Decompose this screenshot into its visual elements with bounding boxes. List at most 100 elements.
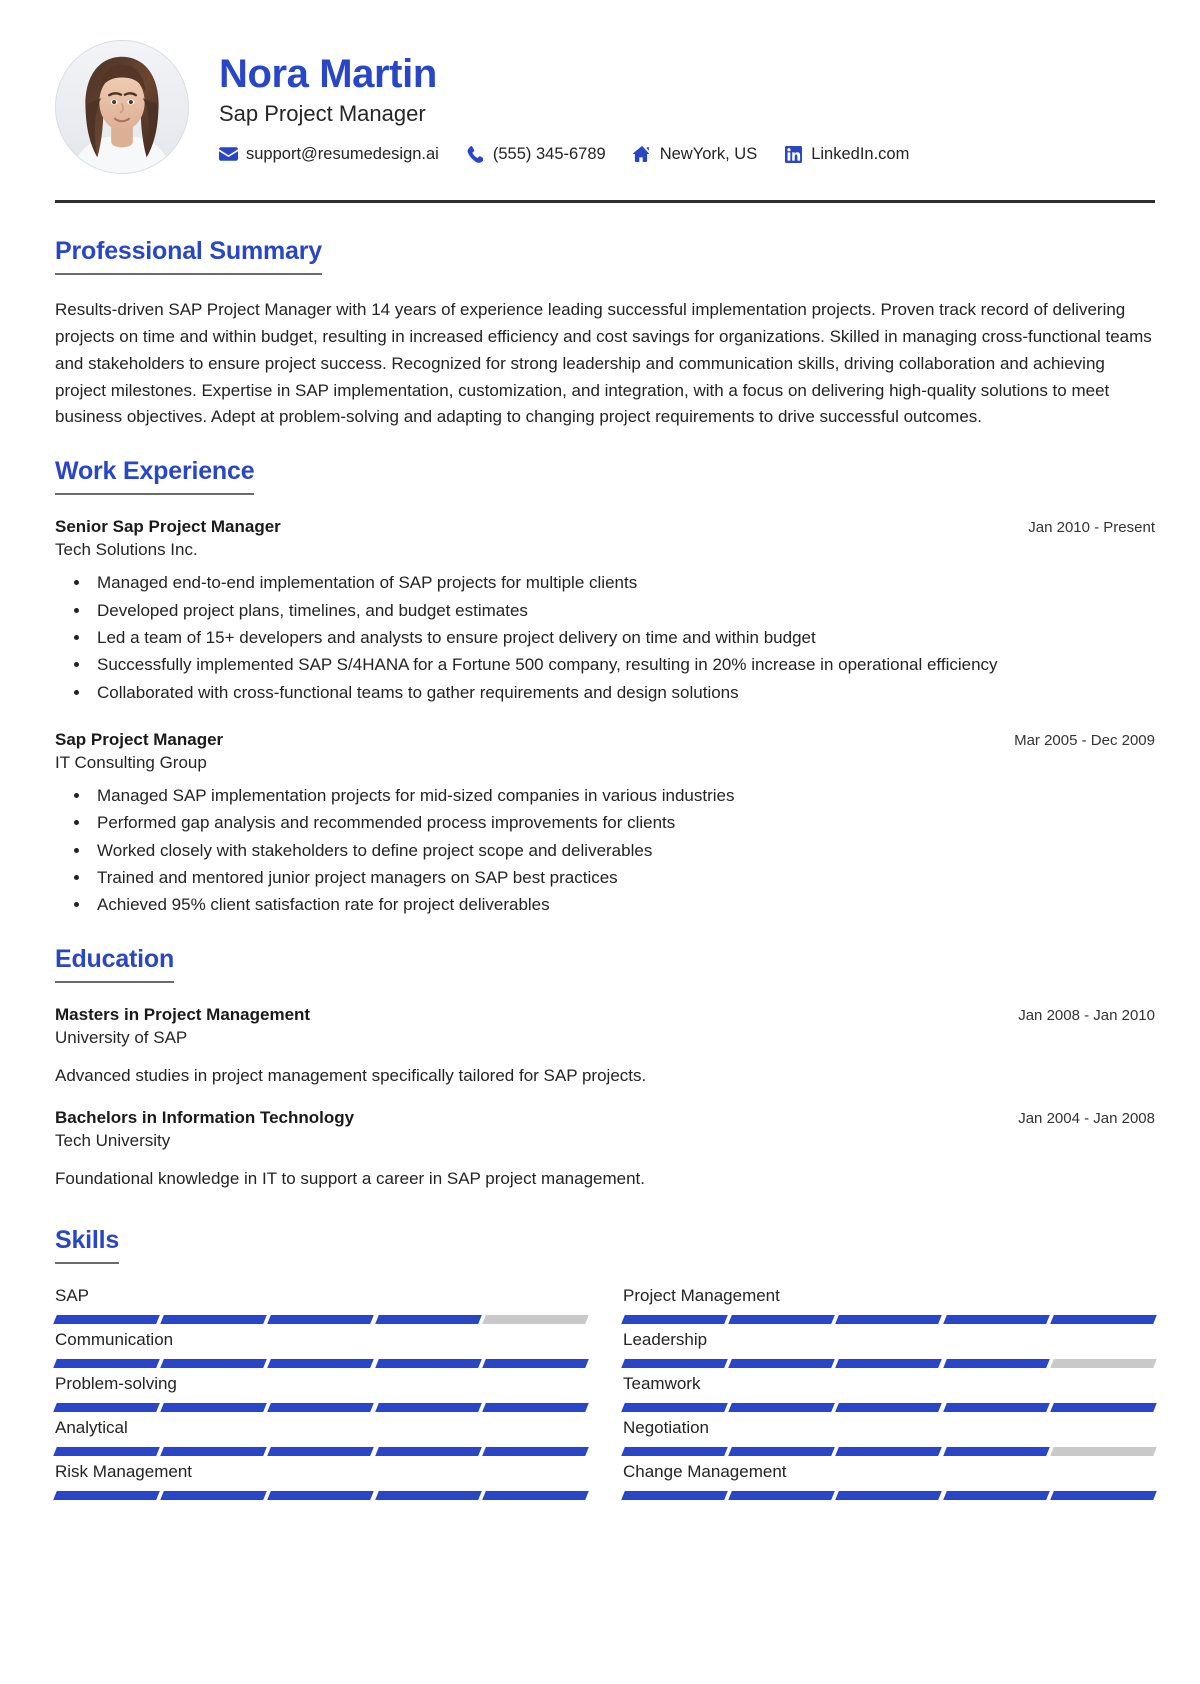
- entry-header: Senior Sap Project Manager Jan 2010 - Pr…: [55, 517, 1155, 537]
- skill-bar-segment: [1049, 1490, 1157, 1500]
- skill-bar-segment: [621, 1314, 729, 1324]
- resume-header: Nora Martin Sap Project Manager support@…: [55, 40, 1155, 200]
- section-heading-summary-text: Professional Summary: [55, 237, 322, 265]
- person-name: Nora Martin: [219, 52, 437, 97]
- skill-bar-segment: [160, 1402, 268, 1412]
- skill-bar-segment: [942, 1402, 1050, 1412]
- skill-bar-segment: [267, 1358, 375, 1368]
- contact-location[interactable]: NewYork, US: [633, 145, 757, 164]
- skill-bar-segment: [1049, 1314, 1157, 1324]
- skill-level-bar: [621, 1314, 1157, 1324]
- skill-bar-segment: [621, 1358, 729, 1368]
- skill-bar-segment: [160, 1314, 268, 1324]
- skill-bar-segment: [728, 1446, 836, 1456]
- skill-bar-segment: [267, 1402, 375, 1412]
- linkedin-icon: [784, 145, 803, 163]
- skill-bar-segment: [621, 1402, 729, 1412]
- resume-page: Nora Martin Sap Project Manager support@…: [0, 0, 1200, 1684]
- skill-bar-segment: [942, 1446, 1050, 1456]
- skill-bar-segment: [942, 1314, 1050, 1324]
- experience-entries: Senior Sap Project Manager Jan 2010 - Pr…: [55, 517, 1155, 918]
- skill-item: Teamwork: [621, 1374, 1157, 1418]
- skill-bar-segment: [621, 1490, 729, 1500]
- skill-bar-segment: [160, 1358, 268, 1368]
- skill-bar-segment: [728, 1402, 836, 1412]
- education-entries: Masters in Project Management Jan 2008 -…: [55, 1005, 1155, 1192]
- degree-title: Bachelors in Information Technology: [55, 1108, 355, 1128]
- skill-bar-segment: [621, 1446, 729, 1456]
- skill-bar-segment: [53, 1358, 161, 1368]
- skill-label: SAP: [55, 1285, 90, 1305]
- section-heading-underline: [55, 493, 255, 496]
- header-text-block: Nora Martin Sap Project Manager support@…: [219, 50, 1155, 164]
- skill-bar-segment: [728, 1314, 836, 1324]
- skill-label: Problem-solving: [55, 1373, 177, 1393]
- contact-phone[interactable]: (555) 345-6789: [466, 145, 606, 164]
- profile-photo-icon: [56, 41, 188, 173]
- skill-bar-segment: [160, 1446, 268, 1456]
- skill-bar-segment: [1049, 1358, 1157, 1368]
- skill-item: Problem-solving: [53, 1373, 589, 1418]
- list-item: Managed SAP implementation projects for …: [91, 783, 1155, 809]
- school-name: Tech University: [55, 1131, 171, 1151]
- section-heading-underline: [55, 980, 175, 983]
- contact-linkedin[interactable]: LinkedIn.com: [784, 145, 909, 164]
- skill-label: Project Management: [623, 1285, 780, 1305]
- company-name: Tech Solutions Inc.: [55, 540, 198, 560]
- degree-title: Masters in Project Management: [55, 1004, 311, 1024]
- skill-level-bar: [53, 1314, 589, 1324]
- avatar: [55, 40, 189, 174]
- skill-bar-segment: [835, 1446, 943, 1456]
- skill-level-bar: [53, 1490, 589, 1500]
- section-education: Education Masters in Project Management …: [55, 945, 1155, 1192]
- skill-bar-segment: [374, 1402, 482, 1412]
- section-heading-skills-text: Skills: [55, 1225, 120, 1254]
- experience-entry: Senior Sap Project Manager Jan 2010 - Pr…: [55, 517, 1155, 706]
- job-title: Senior Sap Project Manager: [55, 517, 281, 537]
- job-bullet-list: Managed end-to-end implementation of SAP…: [55, 570, 1155, 706]
- list-item: Developed project plans, timelines, and …: [91, 598, 1155, 624]
- education-entry: Bachelors in Information Technology Jan …: [55, 1108, 1155, 1192]
- skill-bar-segment: [942, 1358, 1050, 1368]
- skill-bar-segment: [267, 1314, 375, 1324]
- section-work-experience: Work Experience Senior Sap Project Manag…: [55, 457, 1155, 918]
- section-heading-underline: [55, 273, 322, 275]
- list-item: Collaborated with cross-functional teams…: [91, 680, 1155, 706]
- contact-row: support@resumedesign.ai (555) 345-6789 N…: [219, 145, 1155, 164]
- skill-bar-segment: [374, 1446, 482, 1456]
- education-entry: Masters in Project Management Jan 2008 -…: [55, 1005, 1155, 1089]
- email-icon: [219, 146, 238, 163]
- degree-description: Advanced studies in project management s…: [55, 1065, 647, 1085]
- skill-bar-segment: [481, 1402, 589, 1412]
- skill-item: Communication: [53, 1329, 589, 1374]
- section-heading-education-text: Education: [55, 944, 175, 973]
- skill-bar-segment: [835, 1314, 943, 1324]
- list-item: Trained and mentored junior project mana…: [91, 865, 1155, 891]
- skill-bar-segment: [835, 1358, 943, 1368]
- skill-bar-segment: [481, 1446, 589, 1456]
- contact-linkedin-text: LinkedIn.com: [811, 144, 910, 163]
- skill-item: Negotiation: [621, 1417, 1157, 1462]
- skill-bar-segment: [728, 1490, 836, 1500]
- skill-level-bar: [53, 1446, 589, 1456]
- skill-level-bar: [621, 1446, 1157, 1456]
- section-heading-experience: Work Experience: [55, 457, 255, 496]
- skill-bar-segment: [374, 1314, 482, 1324]
- skill-bar-segment: [481, 1314, 589, 1324]
- contact-email[interactable]: support@resumedesign.ai: [219, 145, 439, 164]
- skill-bar-segment: [160, 1490, 268, 1500]
- skill-bar-segment: [942, 1490, 1050, 1500]
- skill-bar-segment: [53, 1490, 161, 1500]
- skill-label: Analytical: [55, 1417, 128, 1437]
- skill-bar-segment: [53, 1402, 161, 1412]
- skill-bar-segment: [1049, 1446, 1157, 1456]
- skill-label: Communication: [55, 1329, 174, 1349]
- skill-item: Project Management: [621, 1285, 1157, 1330]
- skill-label: Change Management: [623, 1461, 787, 1481]
- list-item: Managed end-to-end implementation of SAP…: [91, 570, 1155, 596]
- skill-label: Negotiation: [623, 1417, 710, 1437]
- skill-bar-segment: [53, 1446, 161, 1456]
- entry-header: Masters in Project Management Jan 2008 -…: [55, 1005, 1155, 1025]
- list-item: Worked closely with stakeholders to defi…: [91, 838, 1155, 864]
- skill-bar-segment: [374, 1490, 482, 1500]
